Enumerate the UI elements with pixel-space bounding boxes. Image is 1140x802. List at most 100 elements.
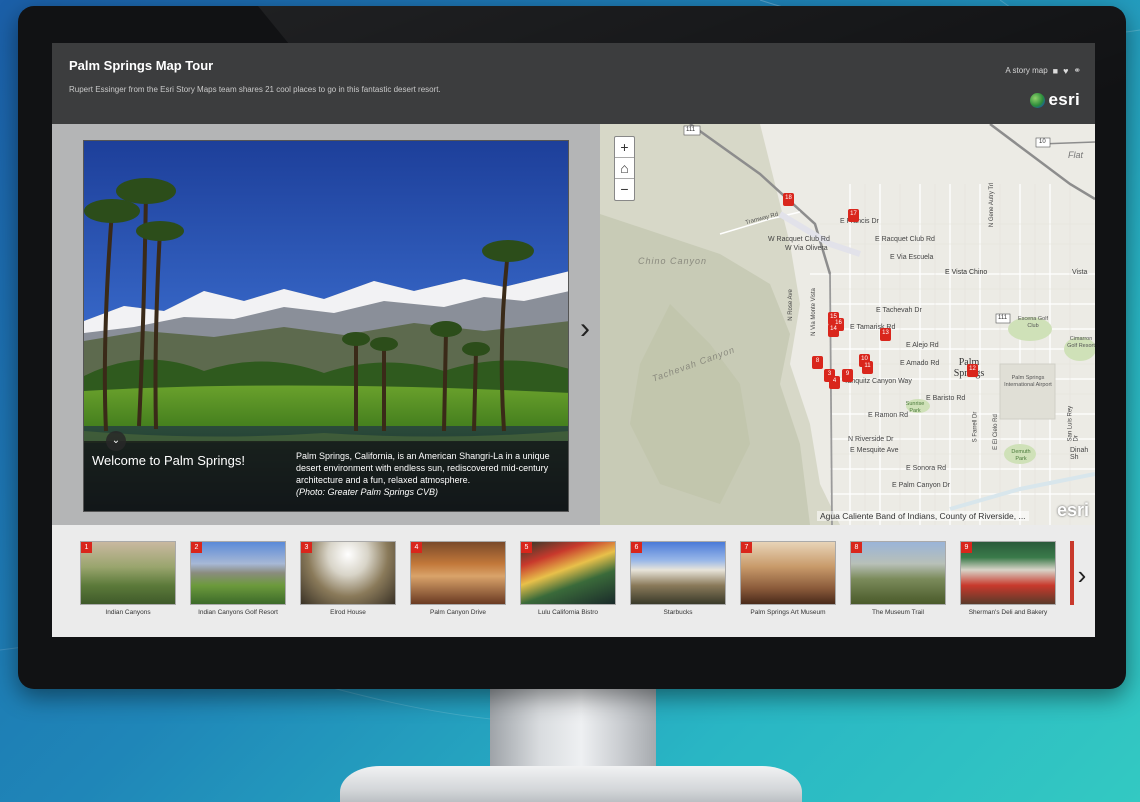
page-subtitle: Rupert Essinger from the Esri Story Maps…	[69, 85, 441, 94]
map-marker-number: 18	[785, 195, 792, 201]
facebook-icon[interactable]: ■	[1053, 66, 1058, 76]
thumb-label[interactable]: Starbucks	[618, 609, 738, 616]
story-map-link[interactable]: A story map	[1005, 66, 1047, 75]
page-title: Palm Springs Map Tour	[69, 58, 214, 73]
map-label-e-el-cielo-rd: E El Cielo Rd	[992, 414, 999, 450]
map-label-e-tachevah-dr: E Tachevah Dr	[876, 307, 922, 314]
thumb-label[interactable]: Palm Canyon Drive	[398, 609, 518, 616]
map-label-flat: Flat	[1068, 150, 1084, 160]
twitter-icon[interactable]: ♥	[1063, 66, 1068, 76]
map-panel[interactable]: 111 111 10 Chino Canyon Tachevah Canyon …	[600, 124, 1095, 525]
chevron-right-icon[interactable]: ›	[574, 309, 596, 349]
esri-logo[interactable]: esri	[1029, 90, 1080, 110]
thumb-image	[521, 542, 615, 604]
thumb-label[interactable]: Indian Canyons Golf Resort	[178, 609, 298, 616]
chevron-down-icon[interactable]: ⌄	[106, 431, 126, 451]
carousel-thumb[interactable]: 1	[80, 541, 176, 605]
chevron-right-icon[interactable]: ›	[1073, 555, 1091, 595]
map-label-escena-golf-club: Escena Golf Club	[1018, 316, 1048, 329]
map-label-w-via-olivera: W Via Olivera	[785, 245, 828, 252]
map-label-airport: Palm Springs International Airport	[1004, 375, 1052, 388]
monitor-stand-base	[340, 766, 802, 802]
carousel-thumb[interactable]: 8	[850, 541, 946, 605]
thumbnail-carousel: 1 Indian Canyons 2 Indian Canyons Golf R…	[52, 525, 1095, 637]
map-label-e-baristo-rd: E Baristo Rd	[926, 395, 966, 402]
thumb-image	[411, 542, 505, 604]
map-label-route-111: 111	[686, 127, 696, 133]
map-marker-number: 12	[969, 366, 976, 372]
thumb-number: 7	[741, 542, 752, 553]
zoom-out-button[interactable]: −	[615, 179, 634, 200]
map-label-n-rose-ave: N Rose Ave	[787, 289, 794, 321]
carousel-thumb[interactable]: 9	[960, 541, 1056, 605]
thumb-label[interactable]: Palm Springs Art Museum	[728, 609, 848, 616]
photo-credit: (Photo: Greater Palm Springs CVB)	[296, 487, 439, 497]
map-label-e-racquet-club-rd: E Racquet Club Rd	[875, 236, 935, 243]
caption-panel: ⌄ Welcome to Palm Springs! Palm Springs,…	[84, 431, 568, 511]
map-marker-number: 4	[832, 378, 837, 384]
carousel-thumb[interactable]: 3	[300, 541, 396, 605]
map-label-e-mesquite-ave: E Mesquite Ave	[850, 447, 899, 454]
map-label-e-amado-rd: E Amado Rd	[900, 360, 940, 367]
map-label-vista: Vista	[1072, 269, 1088, 276]
thumb-image	[301, 542, 395, 604]
main-photo: ⌄ Welcome to Palm Springs! Palm Springs,…	[83, 140, 569, 512]
thumb-number: 2	[191, 542, 202, 553]
map-marker[interactable]: 12	[967, 364, 978, 377]
thumb-image	[81, 542, 175, 604]
map-label-e-palm-canyon-dr: E Palm Canyon Dr	[892, 482, 950, 489]
map-marker-number: 8	[815, 358, 820, 364]
thumb-number: 3	[301, 542, 312, 553]
thumb-label[interactable]: Indian Canyons	[68, 609, 188, 616]
map-marker-number: 11	[864, 363, 871, 369]
carousel-thumb[interactable]: 4	[410, 541, 506, 605]
map-marker[interactable]: 18	[783, 193, 794, 206]
globe-icon	[1029, 92, 1045, 108]
map-esri-logo[interactable]: esri	[1057, 500, 1089, 521]
thumb-label[interactable]: Lulu California Bistro	[508, 609, 628, 616]
media-panel: ⌄ Welcome to Palm Springs! Palm Springs,…	[52, 124, 600, 525]
zoom-in-button[interactable]: +	[615, 137, 634, 158]
carousel-thumb[interactable]: 2	[190, 541, 286, 605]
thumb-image	[851, 542, 945, 604]
caption-body: Palm Springs, California, is an American…	[296, 451, 550, 485]
thumb-image	[741, 542, 835, 604]
brand-text: esri	[1048, 90, 1080, 109]
thumb-image	[191, 542, 285, 604]
carousel-thumb[interactable]: 5	[520, 541, 616, 605]
thumb-number: 8	[851, 542, 862, 553]
map-label-n-via-monte-vista: N Via Monte Vista	[810, 288, 817, 336]
map-marker[interactable]: 11	[862, 361, 873, 374]
carousel-thumb[interactable]: 7	[740, 541, 836, 605]
thumb-label[interactable]: Elrod House	[288, 609, 408, 616]
map-label-route-111b: 111	[998, 315, 1008, 321]
map-marker-number: 9	[845, 371, 850, 377]
map-label-e-vista-chino: E Vista Chino	[945, 269, 988, 276]
map-marker[interactable]: 9	[842, 369, 853, 382]
map-marker[interactable]: 13	[880, 328, 891, 341]
share-bar: A story map ■ ♥ ⚭	[1005, 65, 1081, 76]
zoom-controls: + ⌂ −	[614, 136, 635, 201]
map-marker-number: 14	[830, 326, 837, 332]
map-marker-number: 17	[850, 211, 857, 217]
thumb-label[interactable]: The Museum Trail	[838, 609, 958, 616]
map-label-cimarron-golf-resort: Cimarron Golf Resort	[1067, 336, 1095, 349]
thumb-number: 5	[521, 542, 532, 553]
thumb-label[interactable]: Sherman's Deli and Bakery	[948, 609, 1068, 616]
carousel-thumb[interactable]: 6	[630, 541, 726, 605]
map-label-n-gene-autry-trl: N Gene Autry Trl	[989, 182, 996, 228]
story-map-app: Palm Springs Map Tour Rupert Essinger fr…	[52, 43, 1095, 637]
map-marker[interactable]: 8	[812, 356, 823, 369]
caption-text: Palm Springs, California, is an American…	[296, 450, 564, 498]
link-icon[interactable]: ⚭	[1073, 65, 1081, 76]
map-marker[interactable]: 4	[829, 376, 840, 389]
map-marker[interactable]: 14	[828, 324, 839, 337]
map-marker[interactable]: 17	[848, 209, 859, 222]
thumb-number: 1	[81, 542, 92, 553]
app-header: Palm Springs Map Tour Rupert Essinger fr…	[52, 43, 1095, 124]
home-icon[interactable]: ⌂	[615, 158, 634, 179]
map-label-e-ramon-rd: E Ramon Rd	[868, 412, 909, 419]
map-attribution[interactable]: Agua Caliente Band of Indians, County of…	[817, 511, 1029, 521]
thumb-number: 9	[961, 542, 972, 553]
map-label-demuth-park: Demuth Park	[1011, 449, 1031, 462]
